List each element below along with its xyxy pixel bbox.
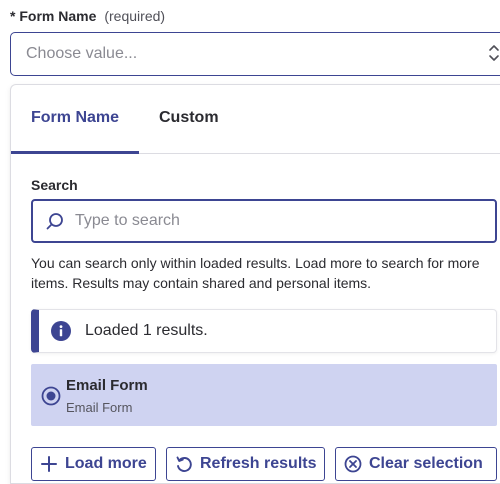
tab-form-name[interactable]: Form Name [31,109,119,127]
search-icon [46,213,63,230]
chevron-up-down-icon [489,45,499,61]
loaded-results-alert: Loaded 1 results. [31,309,497,353]
required-hint: (required) [104,8,166,24]
search-input[interactable] [73,211,477,231]
alert-text: Loaded 1 results. [85,322,208,339]
plus-icon [41,456,57,472]
close-circle-icon [344,455,362,473]
load-more-label: Load more [65,455,147,472]
radio-selected-icon[interactable] [41,386,61,406]
clear-selection-button[interactable]: Clear selection [335,447,497,481]
option-subtitle: Email Form [66,400,133,415]
select-placeholder: Choose value... [26,45,138,62]
search-label: Search [31,177,78,193]
form-name-label: * Form Name (required) [10,8,165,24]
clear-selection-label: Clear selection [369,455,483,472]
list-item[interactable]: Email Form Email Form [31,364,497,426]
refresh-label: Refresh results [200,455,317,472]
load-more-button[interactable]: Load more [31,447,156,481]
active-tab-indicator [11,151,139,154]
search-help-text: You can search only within loaded result… [31,255,480,291]
dropdown-panel: Form Name Custom Search You can search o… [10,84,500,484]
tab-bar: Form Name Custom [11,85,500,154]
tab-custom[interactable]: Custom [159,109,219,127]
form-name-select[interactable]: Choose value... [10,32,500,76]
refresh-icon [176,456,192,472]
search-box [31,199,497,243]
option-title: Email Form [66,377,148,394]
field-label-text: * Form Name [10,8,97,24]
info-icon [51,321,71,341]
refresh-results-button[interactable]: Refresh results [166,447,325,481]
